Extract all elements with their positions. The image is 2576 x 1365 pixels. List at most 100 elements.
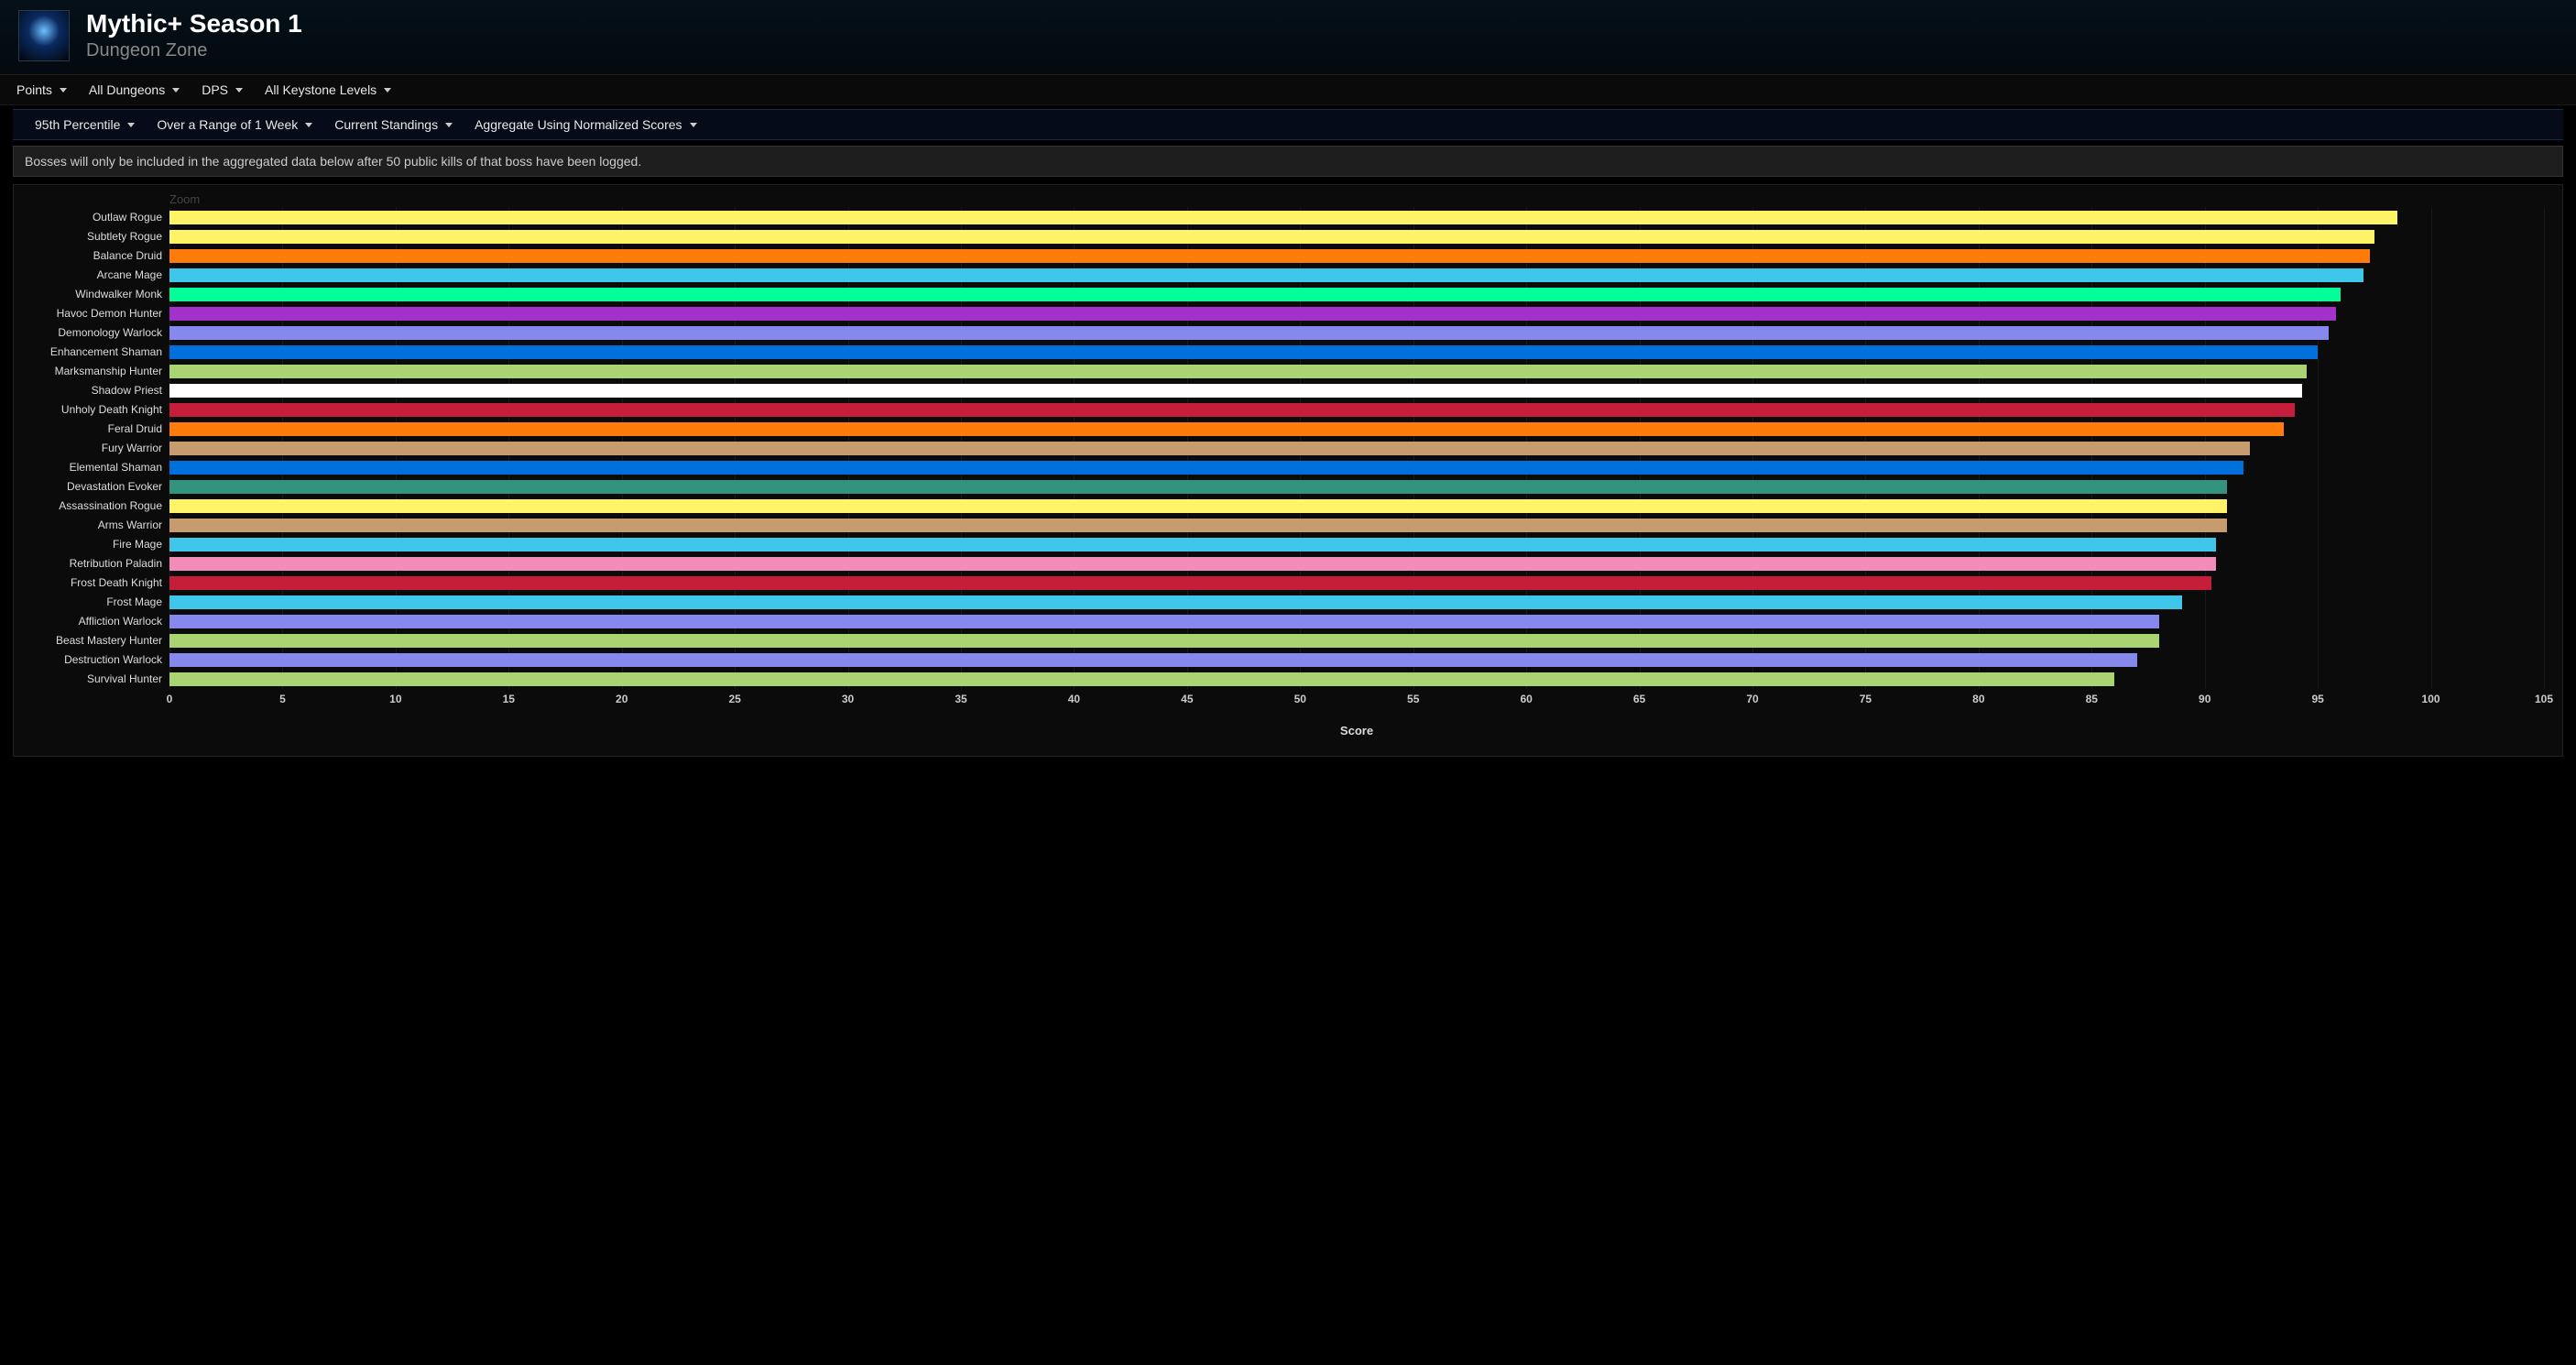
bar-row [169, 285, 2544, 304]
spec-label[interactable]: Elemental Shaman [23, 458, 169, 477]
score-bar[interactable] [169, 461, 2243, 475]
primary-filter-dropdown-label: Points [16, 82, 52, 97]
spec-label[interactable]: Beast Mastery Hunter [23, 631, 169, 650]
score-bar[interactable] [169, 365, 2307, 378]
score-bar[interactable] [169, 634, 2159, 648]
spec-label[interactable]: Windwalker Monk [23, 285, 169, 304]
bar-row [169, 381, 2544, 400]
score-bar[interactable] [169, 384, 2302, 398]
chart-panel: Zoom Outlaw RogueSubtlety RogueBalance D… [13, 184, 2563, 757]
chevron-down-icon [690, 123, 697, 127]
score-bar[interactable] [169, 499, 2227, 513]
page-header: Mythic+ Season 1 Dungeon Zone [0, 0, 2576, 74]
spec-label[interactable]: Assassination Rogue [23, 497, 169, 516]
plot-area[interactable] [169, 208, 2544, 689]
score-bar[interactable] [169, 595, 2182, 609]
score-bar[interactable] [169, 557, 2216, 571]
bar-row [169, 304, 2544, 323]
spec-label[interactable]: Frost Mage [23, 593, 169, 612]
spec-label[interactable]: Retribution Paladin [23, 554, 169, 573]
bar-row [169, 362, 2544, 381]
primary-filter-dropdown-label: DPS [202, 82, 228, 97]
bar-row [169, 497, 2544, 516]
x-tick: 20 [616, 693, 628, 705]
x-tick: 45 [1181, 693, 1193, 705]
spec-label[interactable]: Unholy Death Knight [23, 400, 169, 420]
primary-filter-dropdown-1[interactable]: All Dungeons [89, 82, 180, 97]
x-tick: 55 [1407, 693, 1419, 705]
primary-filter-dropdown-3[interactable]: All Keystone Levels [265, 82, 391, 97]
secondary-filter-dropdown-0[interactable]: 95th Percentile [35, 117, 135, 132]
spec-label[interactable]: Subtlety Rogue [23, 227, 169, 246]
x-tick: 105 [2535, 693, 2553, 705]
bar-row [169, 323, 2544, 343]
spec-label[interactable]: Demonology Warlock [23, 323, 169, 343]
primary-filter-bar: Points All Dungeons DPS All Keystone Levels [0, 74, 2576, 105]
spec-label[interactable]: Marksmanship Hunter [23, 362, 169, 381]
secondary-filter-dropdown-label: 95th Percentile [35, 117, 120, 132]
secondary-filter-dropdown-2[interactable]: Current Standings [334, 117, 453, 132]
bar-row [169, 439, 2544, 458]
score-bar[interactable] [169, 268, 2363, 282]
score-bar[interactable] [169, 307, 2336, 321]
spec-label[interactable]: Destruction Warlock [23, 650, 169, 670]
chevron-down-icon [384, 88, 391, 93]
score-bar[interactable] [169, 345, 2318, 359]
bar-row [169, 631, 2544, 650]
chevron-down-icon [60, 88, 67, 93]
bar-row [169, 650, 2544, 670]
spec-label[interactable]: Havoc Demon Hunter [23, 304, 169, 323]
score-bar[interactable] [169, 326, 2329, 340]
bar-row [169, 516, 2544, 535]
spec-label[interactable]: Survival Hunter [23, 670, 169, 689]
score-bar[interactable] [169, 403, 2295, 417]
secondary-filter-dropdown-3[interactable]: Aggregate Using Normalized Scores [475, 117, 696, 132]
secondary-filter-dropdown-1[interactable]: Over a Range of 1 Week [157, 117, 312, 132]
score-bar[interactable] [169, 576, 2211, 590]
primary-filter-dropdown-label: All Dungeons [89, 82, 165, 97]
bar-row [169, 246, 2544, 266]
x-tick: 15 [503, 693, 515, 705]
spec-label[interactable]: Arms Warrior [23, 516, 169, 535]
x-tick: 60 [1520, 693, 1532, 705]
bar-row [169, 573, 2544, 593]
score-bar[interactable] [169, 442, 2250, 455]
x-axis: 0510152025303540455055606570758085909510… [169, 693, 2544, 707]
bar-row [169, 458, 2544, 477]
secondary-filter-dropdown-label: Over a Range of 1 Week [157, 117, 298, 132]
spec-label[interactable]: Outlaw Rogue [23, 208, 169, 227]
bar-row [169, 208, 2544, 227]
spec-label[interactable]: Arcane Mage [23, 266, 169, 285]
spec-label[interactable]: Shadow Priest [23, 381, 169, 400]
x-tick: 80 [1972, 693, 1984, 705]
notice-banner: Bosses will only be included in the aggr… [13, 146, 2563, 177]
spec-label[interactable]: Affliction Warlock [23, 612, 169, 631]
score-bar[interactable] [169, 249, 2370, 263]
spec-label[interactable]: Fury Warrior [23, 439, 169, 458]
score-bar[interactable] [169, 422, 2284, 436]
zone-icon [18, 10, 70, 61]
score-bar[interactable] [169, 672, 2114, 686]
x-tick: 85 [2086, 693, 2098, 705]
score-bar[interactable] [169, 615, 2159, 628]
score-bar[interactable] [169, 653, 2137, 667]
spec-label[interactable]: Devastation Evoker [23, 477, 169, 497]
bar-row [169, 343, 2544, 362]
page-title: Mythic+ Season 1 [86, 9, 302, 38]
spec-label[interactable]: Fire Mage [23, 535, 169, 554]
score-bar[interactable] [169, 480, 2227, 494]
primary-filter-dropdown-0[interactable]: Points [16, 82, 67, 97]
score-bar[interactable] [169, 519, 2227, 532]
bar-row [169, 670, 2544, 689]
bar-row [169, 477, 2544, 497]
chevron-down-icon [172, 88, 180, 93]
primary-filter-dropdown-2[interactable]: DPS [202, 82, 243, 97]
spec-label[interactable]: Frost Death Knight [23, 573, 169, 593]
spec-label[interactable]: Enhancement Shaman [23, 343, 169, 362]
spec-label[interactable]: Feral Druid [23, 420, 169, 439]
score-bar[interactable] [169, 230, 2374, 244]
score-bar[interactable] [169, 538, 2216, 551]
spec-label[interactable]: Balance Druid [23, 246, 169, 266]
score-bar[interactable] [169, 211, 2397, 224]
score-bar[interactable] [169, 288, 2341, 301]
